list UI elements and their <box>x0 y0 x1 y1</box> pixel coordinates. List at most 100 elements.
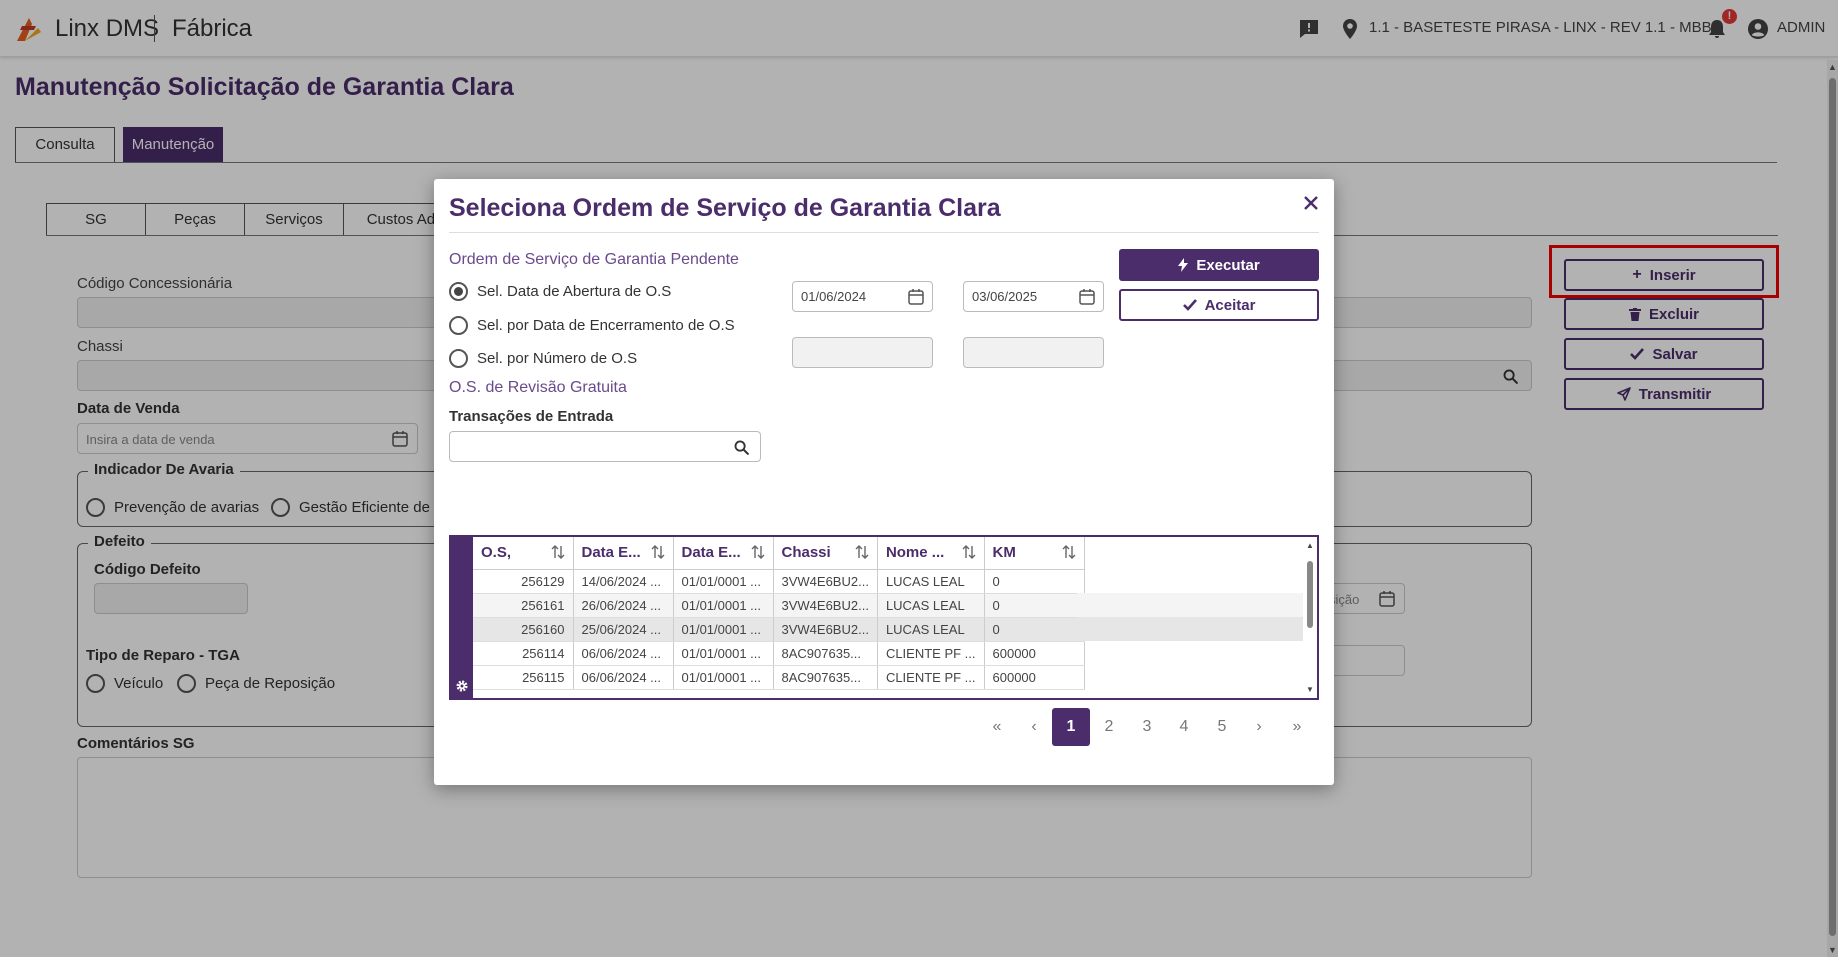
cell-nome: LUCAS LEAL <box>877 617 985 642</box>
col-os-label: O.S, <box>481 544 512 562</box>
cell-nome: LUCAS LEAL <box>877 593 985 618</box>
encerramento-label[interactable]: Sel. por Data de Encerramento de O.S <box>477 317 735 334</box>
col-data-encerramento[interactable]: Data E... <box>673 537 774 570</box>
next-page-button[interactable]: › <box>1240 708 1278 746</box>
cell-km: 0 <box>984 569 1085 594</box>
sort-icon[interactable] <box>855 545 869 559</box>
col-data-emissao-label: Data E... <box>581 544 641 562</box>
table-row[interactable]: 256160 25/06/2024 ... 01/01/0001 ... 3VW… <box>473 617 1085 642</box>
page-5-button[interactable]: 5 <box>1203 708 1241 746</box>
modal-title: Seleciona Ordem de Serviço de Garantia C… <box>449 194 1001 222</box>
abertura-radio[interactable] <box>449 282 468 301</box>
select-os-modal: Seleciona Ordem de Serviço de Garantia C… <box>434 179 1334 785</box>
aceitar-label: Aceitar <box>1204 296 1256 314</box>
cell-data-encerramento: 01/01/0001 ... <box>673 569 774 594</box>
bolt-icon <box>1178 258 1189 272</box>
row-fill <box>1077 593 1303 617</box>
cell-data-encerramento: 01/01/0001 ... <box>673 665 774 690</box>
date-to-value: 03/06/2025 <box>972 289 1038 304</box>
col-nome-label: Nome ... <box>885 544 945 562</box>
page-2-button[interactable]: 2 <box>1090 708 1128 746</box>
os-grid: O.S, Data E... Data E... Chassi Nome ...… <box>449 535 1319 700</box>
executar-button[interactable]: Executar <box>1119 249 1319 281</box>
col-km[interactable]: KM <box>984 537 1085 570</box>
sort-icon[interactable] <box>1062 545 1076 559</box>
cell-km: 600000 <box>984 641 1085 666</box>
cell-chassi: 3VW4E6BU2... <box>773 593 878 618</box>
date-from-value: 01/06/2024 <box>801 289 867 304</box>
col-data-encerramento-label: Data E... <box>681 544 741 562</box>
first-page-button[interactable]: « <box>978 708 1016 746</box>
page-3-button[interactable]: 3 <box>1128 708 1166 746</box>
last-page-button[interactable]: » <box>1278 708 1316 746</box>
col-os[interactable]: O.S, <box>473 537 574 570</box>
cell-nome: CLIENTE PF ... <box>877 641 985 666</box>
cell-km: 600000 <box>984 665 1085 690</box>
page-4-button[interactable]: 4 <box>1165 708 1203 746</box>
modal-title-divider <box>449 232 1319 233</box>
cell-data-emissao: 06/06/2024 ... <box>573 665 674 690</box>
encerramento-radio[interactable] <box>449 316 468 335</box>
cell-data-encerramento: 01/01/0001 ... <box>673 617 774 642</box>
cell-chassi: 3VW4E6BU2... <box>773 569 878 594</box>
col-chassi[interactable]: Chassi <box>773 537 878 570</box>
table-row[interactable]: 256115 06/06/2024 ... 01/01/0001 ... 8AC… <box>473 665 1085 690</box>
cell-chassi: 3VW4E6BU2... <box>773 617 878 642</box>
cell-os: 256161 <box>473 593 574 618</box>
cell-os: 256115 <box>473 665 574 690</box>
table-row[interactable]: 256129 14/06/2024 ... 01/01/0001 ... 3VW… <box>473 569 1085 594</box>
table-row[interactable]: 256161 26/06/2024 ... 01/01/0001 ... 3VW… <box>473 593 1085 618</box>
col-nome[interactable]: Nome ... <box>877 537 985 570</box>
check-icon <box>1182 299 1197 311</box>
grid-scrollbar[interactable]: ▲ ▼ <box>1303 537 1317 698</box>
numero-label[interactable]: Sel. por Número de O.S <box>477 350 637 367</box>
sort-icon[interactable] <box>551 545 565 559</box>
cell-data-emissao: 14/06/2024 ... <box>573 569 674 594</box>
cell-data-emissao: 26/06/2024 ... <box>573 593 674 618</box>
close-icon[interactable] <box>1301 193 1321 213</box>
sort-icon[interactable] <box>651 545 665 559</box>
cell-chassi: 8AC907635... <box>773 665 878 690</box>
aceitar-button[interactable]: Aceitar <box>1119 289 1319 321</box>
cell-data-emissao: 06/06/2024 ... <box>573 641 674 666</box>
calendar-icon[interactable] <box>908 288 924 305</box>
date-to-input[interactable]: 03/06/2025 <box>963 281 1104 312</box>
transacoes-search-icon[interactable] <box>733 439 750 456</box>
sort-icon[interactable] <box>751 545 765 559</box>
gear-icon[interactable] <box>455 679 469 693</box>
os-number-from-input[interactable] <box>792 337 933 368</box>
cell-nome: LUCAS LEAL <box>877 569 985 594</box>
numero-radio[interactable] <box>449 349 468 368</box>
os-table: O.S, Data E... Data E... Chassi Nome ...… <box>473 537 1085 690</box>
cell-os: 256129 <box>473 569 574 594</box>
col-chassi-label: Chassi <box>781 544 831 562</box>
row-fill <box>1077 617 1303 641</box>
executar-label: Executar <box>1196 256 1260 274</box>
page-1-button[interactable]: 1 <box>1052 708 1090 746</box>
cell-os: 256114 <box>473 641 574 666</box>
abertura-label[interactable]: Sel. Data de Abertura de O.S <box>477 283 671 300</box>
col-km-label: KM <box>992 544 1016 562</box>
sort-icon[interactable] <box>962 545 976 559</box>
cell-chassi: 8AC907635... <box>773 641 878 666</box>
cell-km: 0 <box>984 617 1085 642</box>
cell-data-emissao: 25/06/2024 ... <box>573 617 674 642</box>
cell-data-encerramento: 01/01/0001 ... <box>673 593 774 618</box>
cell-nome: CLIENTE PF ... <box>877 665 985 690</box>
transacoes-input[interactable] <box>449 431 761 462</box>
grid-side-bar <box>451 537 473 698</box>
cell-km: 0 <box>984 593 1085 618</box>
prev-page-button[interactable]: ‹ <box>1015 708 1053 746</box>
grid-scroll-up-icon[interactable]: ▲ <box>1306 541 1314 550</box>
pendente-section-title: Ordem de Serviço de Garantia Pendente <box>449 251 739 268</box>
cell-os: 256160 <box>473 617 574 642</box>
date-from-input[interactable]: 01/06/2024 <box>792 281 933 312</box>
calendar-icon[interactable] <box>1079 288 1095 305</box>
table-row[interactable]: 256114 06/06/2024 ... 01/01/0001 ... 8AC… <box>473 641 1085 666</box>
grid-scrollbar-thumb[interactable] <box>1307 561 1313 628</box>
os-number-to-input[interactable] <box>963 337 1104 368</box>
grid-scroll-down-icon[interactable]: ▼ <box>1306 685 1314 694</box>
cell-data-encerramento: 01/01/0001 ... <box>673 641 774 666</box>
transacoes-label: Transações de Entrada <box>449 408 614 425</box>
col-data-emissao[interactable]: Data E... <box>573 537 674 570</box>
